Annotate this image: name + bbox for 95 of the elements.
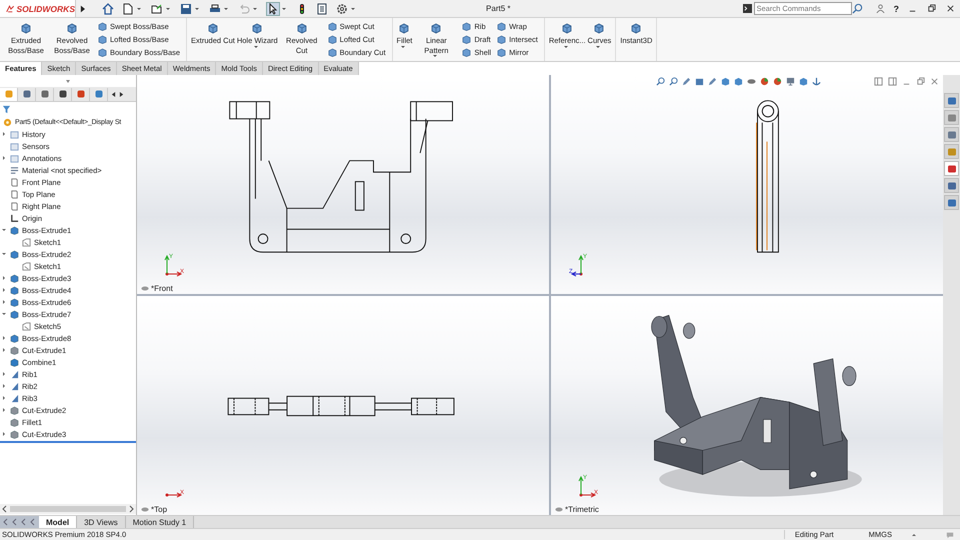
material-icon: [10, 166, 19, 174]
gear-icon: [3, 118, 12, 126]
caret-icon[interactable]: [66, 80, 70, 82]
collapse-arrow-icon[interactable]: [2, 253, 6, 255]
anchor-icon[interactable]: [812, 77, 821, 86]
filter-icon[interactable]: [2, 104, 11, 114]
ball-icon[interactable]: [760, 77, 769, 86]
expand-arrow-icon[interactable]: [3, 276, 5, 280]
logo-mark-icon: [6, 4, 14, 14]
caret-icon[interactable]: [596, 46, 600, 48]
view-label: *Trimetric: [565, 505, 599, 514]
collapse-arrow-icon[interactable]: [2, 229, 6, 231]
user-icon[interactable]: [876, 4, 884, 13]
expand-arrow-icon[interactable]: [3, 396, 5, 400]
caret-icon[interactable]: [282, 8, 286, 10]
monitor-icon[interactable]: [786, 77, 795, 86]
caret-icon[interactable]: [195, 8, 199, 10]
caret-icon[interactable]: [137, 8, 141, 10]
caret-icon[interactable]: [432, 55, 437, 57]
close-icon[interactable]: [946, 4, 955, 13]
command-prompt-icon: [742, 4, 752, 13]
feature-icon: [593, 22, 606, 34]
properties-pane-icon[interactable]: [944, 178, 959, 193]
feature-icon: [66, 22, 78, 34]
expand-arrow-icon[interactable]: [3, 132, 5, 136]
cut-block-icon: [10, 346, 19, 354]
appearance-pane-icon[interactable]: [944, 161, 959, 176]
scroll-right-icon[interactable]: [119, 90, 124, 98]
sketch-icon: [22, 262, 31, 270]
sketch-icon: [22, 238, 31, 246]
home-pane-icon[interactable]: [944, 93, 959, 108]
search-icon: [852, 3, 862, 14]
document-title: Part5 *: [486, 4, 510, 13]
ball-icon[interactable]: [773, 77, 782, 86]
collapse-arrow-icon[interactable]: [2, 313, 6, 315]
eye-icon[interactable]: [747, 77, 756, 86]
view-label: *Front: [151, 284, 173, 293]
expand-menu-icon[interactable]: [80, 4, 85, 12]
tab[interactable]: Motion Study 1: [126, 516, 194, 528]
expand-arrow-icon[interactable]: [3, 384, 5, 388]
caret-icon[interactable]: [351, 8, 355, 10]
tab[interactable]: 3D Views: [77, 516, 126, 528]
horizontal-scrollbar[interactable]: [0, 504, 136, 514]
expand-arrow-icon[interactable]: [3, 372, 5, 376]
tile-right-icon[interactable]: [888, 77, 897, 86]
expand-arrow-icon[interactable]: [3, 288, 5, 292]
cube-icon[interactable]: [799, 77, 808, 86]
caret-icon[interactable]: [166, 8, 170, 10]
expand-arrow-icon[interactable]: [3, 348, 5, 352]
app-logo[interactable]: SOLIDWORKS: [0, 0, 76, 17]
feature-icon: [296, 22, 308, 34]
solid-block-icon: [10, 334, 19, 342]
combine-icon: [10, 358, 19, 366]
folder-pane-icon[interactable]: [944, 127, 959, 142]
scroll-left-icon[interactable]: [111, 90, 116, 98]
tab[interactable]: Model: [39, 516, 78, 528]
view-icon: [141, 507, 149, 512]
fillet-icon: [10, 418, 19, 426]
tile-left-icon[interactable]: [874, 77, 883, 86]
restore-icon[interactable]: [927, 4, 936, 13]
forum-pane-icon[interactable]: [944, 195, 959, 210]
scrollbar-thumb[interactable]: [10, 506, 126, 512]
expand-arrow-icon[interactable]: [3, 408, 5, 412]
caret-icon[interactable]: [254, 46, 258, 48]
feature-icon: [430, 22, 442, 34]
pencil-icon[interactable]: [682, 77, 691, 86]
help-button[interactable]: ?: [894, 4, 899, 14]
scroll-left-icon[interactable]: [2, 505, 8, 513]
feature-icon: [20, 22, 32, 34]
feature-icon: [630, 22, 642, 34]
feature-icon: [206, 22, 219, 34]
expand-arrow-icon[interactable]: [3, 300, 5, 304]
feature-icon: [251, 22, 264, 34]
magnifier-icon[interactable]: [669, 77, 678, 86]
solid-block-icon: [10, 250, 19, 258]
feature-icon: [561, 22, 574, 34]
scroll-right-icon[interactable]: [128, 505, 134, 513]
origin-icon: [10, 214, 19, 222]
expand-arrow-icon[interactable]: [3, 156, 5, 160]
sketch-icon: [22, 322, 31, 330]
cut-block-icon: [10, 430, 19, 438]
caret-icon[interactable]: [224, 8, 228, 10]
magnifier-icon[interactable]: [656, 77, 665, 86]
view-icon: [141, 286, 149, 291]
pencil-icon[interactable]: [708, 77, 717, 86]
feature-icon: [398, 22, 410, 34]
caret-icon[interactable]: [400, 46, 405, 48]
expand-arrow-icon[interactable]: [3, 336, 5, 340]
cut-block-icon: [10, 406, 19, 414]
view-icon: [555, 507, 563, 512]
solid-block-icon: [10, 226, 19, 234]
expand-arrow-icon[interactable]: [3, 432, 5, 436]
caret-icon[interactable]: [564, 46, 568, 48]
view-label: *Top: [151, 505, 168, 514]
caret-icon[interactable]: [912, 534, 916, 536]
